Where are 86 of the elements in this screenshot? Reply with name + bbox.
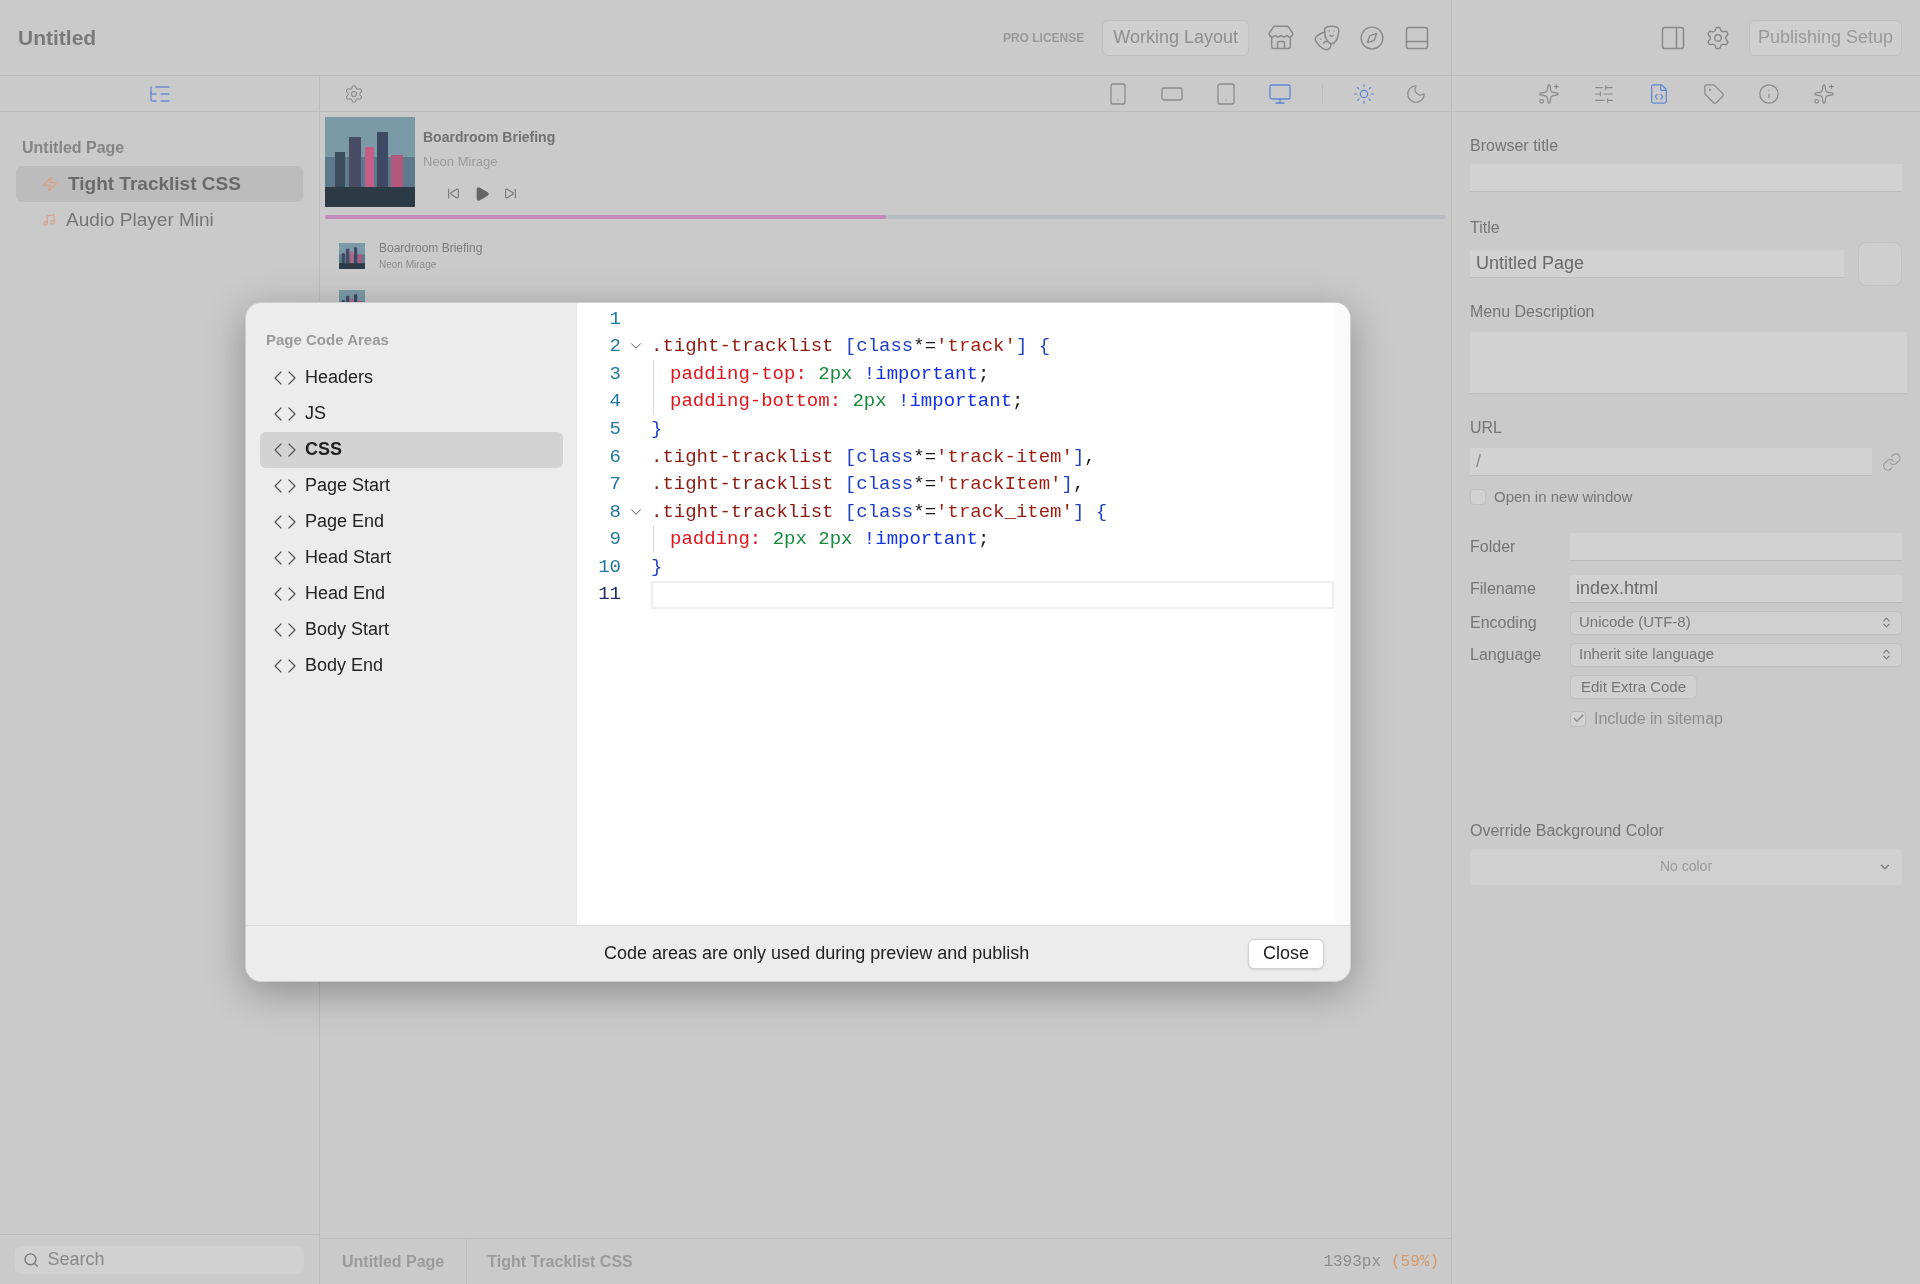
layout-button[interactable]: Working Layout bbox=[1102, 19, 1249, 56]
checkbox-label: Open in new window bbox=[1494, 487, 1633, 507]
edit-extra-code-button[interactable]: Edit Extra Code bbox=[1570, 674, 1698, 699]
line-number: 2 bbox=[608, 334, 621, 360]
line-number: 1 bbox=[608, 306, 621, 332]
field-label: Browser title bbox=[1470, 136, 1560, 156]
monitor-icon[interactable] bbox=[1268, 81, 1292, 106]
zoom-level: (59%) bbox=[1391, 1251, 1439, 1273]
stepper-icon bbox=[1880, 648, 1893, 661]
sidebar-heading: Untitled Page bbox=[21, 138, 126, 158]
sliders-icon[interactable] bbox=[1592, 82, 1615, 105]
line-number: 6 bbox=[608, 444, 621, 470]
search-field[interactable]: Search bbox=[15, 1245, 304, 1274]
encoding-select[interactable]: Unicode (UTF-8) bbox=[1570, 610, 1902, 635]
link-icon[interactable] bbox=[1882, 452, 1902, 472]
page-item[interactable]: Audio Player Mini bbox=[16, 202, 303, 238]
filename-field[interactable]: index.html bbox=[1570, 574, 1902, 603]
masks-icon[interactable] bbox=[1313, 23, 1341, 52]
code-area-item[interactable]: JS bbox=[260, 395, 563, 432]
field-label: Override Background Color bbox=[1470, 820, 1665, 841]
code-line: padding-top: 2px !important; bbox=[670, 361, 990, 387]
checkbox-label: Include in sitemap bbox=[1594, 708, 1723, 729]
line-number: 8 bbox=[608, 499, 621, 525]
window-title: Untitled bbox=[18, 24, 97, 51]
line-number: 5 bbox=[608, 416, 621, 442]
music-icon bbox=[42, 213, 56, 227]
code-line: .tight-tracklist [class*='trackItem'], bbox=[651, 472, 1085, 498]
code-area-item[interactable]: Head End bbox=[260, 575, 563, 612]
code-line: } bbox=[651, 554, 663, 580]
code-line: padding: 2px 2px !important; bbox=[670, 527, 990, 553]
code-line: .tight-tracklist [class*='track-item'], bbox=[651, 444, 1096, 470]
field-label: Filename bbox=[1470, 578, 1537, 599]
search-input[interactable]: Search bbox=[47, 1246, 296, 1273]
url-field[interactable]: / bbox=[1470, 448, 1873, 476]
play-icon[interactable] bbox=[474, 185, 490, 202]
settings-icon[interactable] bbox=[1704, 24, 1731, 51]
store-icon[interactable] bbox=[1267, 23, 1295, 52]
line-number: 4 bbox=[608, 389, 621, 415]
code-line: .tight-tracklist [class*='track'] { bbox=[651, 334, 1051, 360]
code-area-item[interactable]: Page Start bbox=[260, 467, 563, 504]
field-label: Title bbox=[1470, 218, 1501, 238]
code-area-item[interactable]: Page End bbox=[260, 503, 563, 540]
code-editor[interactable] bbox=[577, 303, 1350, 925]
line-number: 11 bbox=[597, 582, 621, 608]
code-line: } bbox=[651, 416, 663, 442]
sparkles-icon[interactable] bbox=[1812, 82, 1835, 105]
search-icon bbox=[23, 1250, 40, 1269]
settings-icon[interactable] bbox=[344, 83, 364, 104]
dialog-heading: Page Code Areas bbox=[265, 330, 390, 350]
dialog-note: Code areas are only used during preview and publish bbox=[604, 942, 1030, 965]
lightning-icon bbox=[42, 176, 58, 192]
page-item[interactable]: Tight Tracklist CSS bbox=[16, 166, 303, 202]
code-area-item[interactable]: Body End bbox=[260, 647, 563, 684]
progress-track[interactable] bbox=[325, 215, 1446, 219]
title-field[interactable]: Untitled Page bbox=[1470, 250, 1844, 278]
artist-name: Neon Mirage bbox=[379, 258, 438, 272]
line-number: 7 bbox=[608, 472, 621, 498]
compass-icon[interactable] bbox=[1359, 24, 1385, 51]
field-label: Folder bbox=[1470, 536, 1517, 557]
code-area-item[interactable]: Head Start bbox=[260, 539, 563, 576]
track-title: Boardroom Briefing bbox=[379, 240, 483, 257]
stepper-icon bbox=[1880, 616, 1893, 629]
info-icon[interactable] bbox=[1757, 82, 1780, 105]
language-select[interactable]: Inherit site language bbox=[1570, 642, 1902, 667]
line-number: 10 bbox=[597, 554, 621, 580]
field-label: Language bbox=[1470, 644, 1543, 665]
field-label: Menu Description bbox=[1470, 302, 1596, 322]
tag-icon[interactable] bbox=[1702, 82, 1725, 105]
tablet-icon[interactable] bbox=[1214, 81, 1238, 106]
moon-icon[interactable] bbox=[1405, 82, 1427, 105]
sparkles-icon[interactable] bbox=[1537, 82, 1560, 105]
code-area-item[interactable]: Body Start bbox=[260, 611, 563, 648]
close-button[interactable]: Close bbox=[1247, 938, 1324, 969]
field-label: Encoding bbox=[1470, 612, 1538, 633]
next-icon[interactable] bbox=[504, 187, 517, 200]
code-area-item[interactable]: Headers bbox=[260, 359, 563, 396]
track-title: Boardroom Briefing bbox=[423, 128, 556, 147]
code-line: .tight-tracklist [class*='track_item'] { bbox=[651, 499, 1108, 525]
line-number: 3 bbox=[608, 361, 621, 387]
line-number: 9 bbox=[608, 527, 621, 553]
code-area-item[interactable]: CSS bbox=[260, 431, 563, 468]
code-line: padding-bottom: 2px !important; bbox=[670, 389, 1024, 415]
page-width: 1393px bbox=[1323, 1251, 1381, 1273]
previous-icon[interactable] bbox=[447, 187, 460, 200]
sun-icon[interactable] bbox=[1353, 82, 1375, 105]
field-label: URL bbox=[1470, 418, 1503, 438]
